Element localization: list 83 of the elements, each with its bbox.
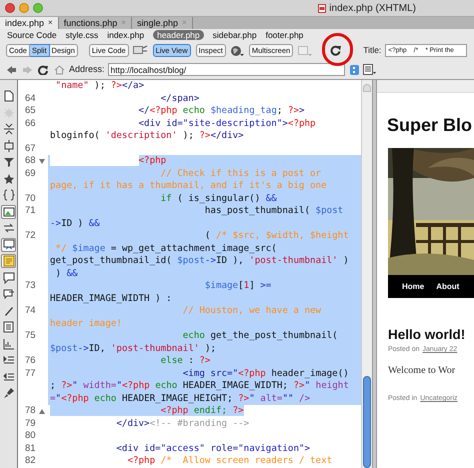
code-line: <div id="access" role="navigation">	[48, 442, 310, 455]
scrollbar[interactable]	[361, 80, 372, 468]
line-number: 81	[25, 442, 36, 455]
chart-icon[interactable]	[1, 336, 16, 350]
line-number: 71	[25, 205, 36, 218]
related-file-link[interactable]: footer.php	[266, 30, 304, 40]
related-file-link[interactable]: style.css	[66, 30, 98, 40]
monitor-icon[interactable]	[132, 45, 148, 56]
collapse-icon[interactable]	[1, 122, 16, 136]
code-line: "name" ); ?></a>	[48, 80, 144, 92]
window-icon[interactable]	[1, 238, 16, 252]
code-line: ->ID ) &&	[49, 218, 100, 230]
code-line: <img src="<?php header_image()	[48, 368, 349, 380]
line-number: 65	[25, 105, 36, 118]
nav-link[interactable]: Home	[402, 280, 424, 292]
related-file-link[interactable]: header.php	[153, 30, 204, 40]
line-number: 78	[25, 405, 36, 418]
code-line: else : ?>	[48, 355, 210, 368]
line-number: 64	[25, 92, 36, 105]
refresh-icon[interactable]	[38, 64, 48, 74]
document-tab[interactable]: index.php ×	[0, 17, 59, 29]
close-window-button[interactable]	[5, 3, 15, 13]
line-number: 69	[25, 168, 36, 180]
code-line: </<?php echo $heading_tag; ?>>	[48, 105, 305, 118]
related-file-link[interactable]: index.php	[107, 30, 144, 40]
list-icon[interactable]	[362, 64, 376, 75]
code-line: $post->ID, 'post-thumbnail' );	[49, 342, 216, 355]
code-line: bloginfo( 'description' ); ?></div>	[49, 130, 244, 142]
address-label: Address:	[69, 62, 105, 76]
document-tab[interactable]: single.php ×	[132, 17, 193, 29]
globe-icon[interactable]	[230, 44, 244, 56]
code-line: </div><!-- #branding -->	[48, 418, 250, 430]
code-line: has_post_thumbnail( $post	[48, 205, 344, 218]
refresh-icon[interactable]	[330, 45, 342, 56]
line-number: 68	[25, 155, 36, 168]
chat-icon[interactable]	[1, 287, 16, 301]
line-number: 72	[25, 230, 36, 242]
code-line: $image[1] >=	[48, 280, 272, 292]
close-tab-button[interactable]: ×	[48, 17, 53, 29]
code-line: <?php	[48, 155, 166, 168]
code-line: echo get_the_post_thumbnail(	[48, 330, 338, 342]
line-number: 75	[25, 330, 36, 342]
line-number: 79	[25, 418, 36, 430]
code-line: ( /* $src, $width, $height	[48, 230, 349, 242]
document-tab[interactable]: functions.php ×	[58, 17, 132, 29]
address-field[interactable]: http://localhost/blog/	[108, 63, 345, 76]
code-line: // Houston, we have a new	[48, 305, 322, 318]
braces-icon[interactable]	[1, 188, 16, 202]
line-number: 80	[25, 430, 36, 442]
title-label: Title:	[363, 44, 382, 57]
line-number: 82	[25, 455, 36, 468]
fold-marker-icon[interactable]	[39, 159, 45, 164]
code-line: ="<?php echo HEADER_IMAGE_HEIGHT; ?>" alt="" />	[49, 392, 310, 405]
line-number: 70	[25, 192, 36, 205]
code-line: ; ?>" width="<?php echo HEADER_IMAGE_WIDTH; ?>" height	[49, 380, 349, 392]
fold-marker-icon[interactable]	[39, 409, 45, 414]
code-line: get_post_thumbnail_id( $post->ID ), 'post-thumbnail' )	[49, 255, 349, 268]
line-number: 67	[25, 142, 36, 155]
window-title: index.php (XHTML)	[329, 2, 416, 16]
code-line: <div id="site-description"><?php	[48, 118, 316, 130]
line-number: 73	[25, 280, 36, 292]
bubble-icon[interactable]	[1, 270, 16, 284]
post-excerpt: Welcome to Wor	[388, 365, 456, 377]
code-line: if ( is_singular() &&	[48, 192, 277, 205]
related-file-link[interactable]: Source Code	[7, 30, 57, 40]
line-number: 77	[25, 368, 36, 380]
file-icon	[318, 4, 326, 12]
list-icon[interactable]	[1, 320, 16, 334]
picture-icon[interactable]	[1, 204, 16, 218]
code-line: </span>	[48, 92, 200, 105]
code-line: <?php endif; ?>	[48, 405, 244, 418]
line-number: 74	[25, 305, 36, 318]
brush-icon[interactable]	[1, 386, 16, 400]
post-title[interactable]: Hello world!	[388, 327, 474, 343]
arrows-icon[interactable]	[1, 221, 16, 235]
nav-link[interactable]: About	[436, 280, 460, 292]
back-icon[interactable]	[7, 64, 17, 74]
code-line: ) &&	[48, 268, 78, 280]
related-file-link[interactable]: sidebar.php	[212, 30, 257, 40]
line-number: 76	[25, 355, 36, 368]
stepper-button[interactable]	[350, 64, 359, 74]
line-number: 66	[25, 118, 36, 130]
site-title: Super Blo	[387, 115, 474, 135]
